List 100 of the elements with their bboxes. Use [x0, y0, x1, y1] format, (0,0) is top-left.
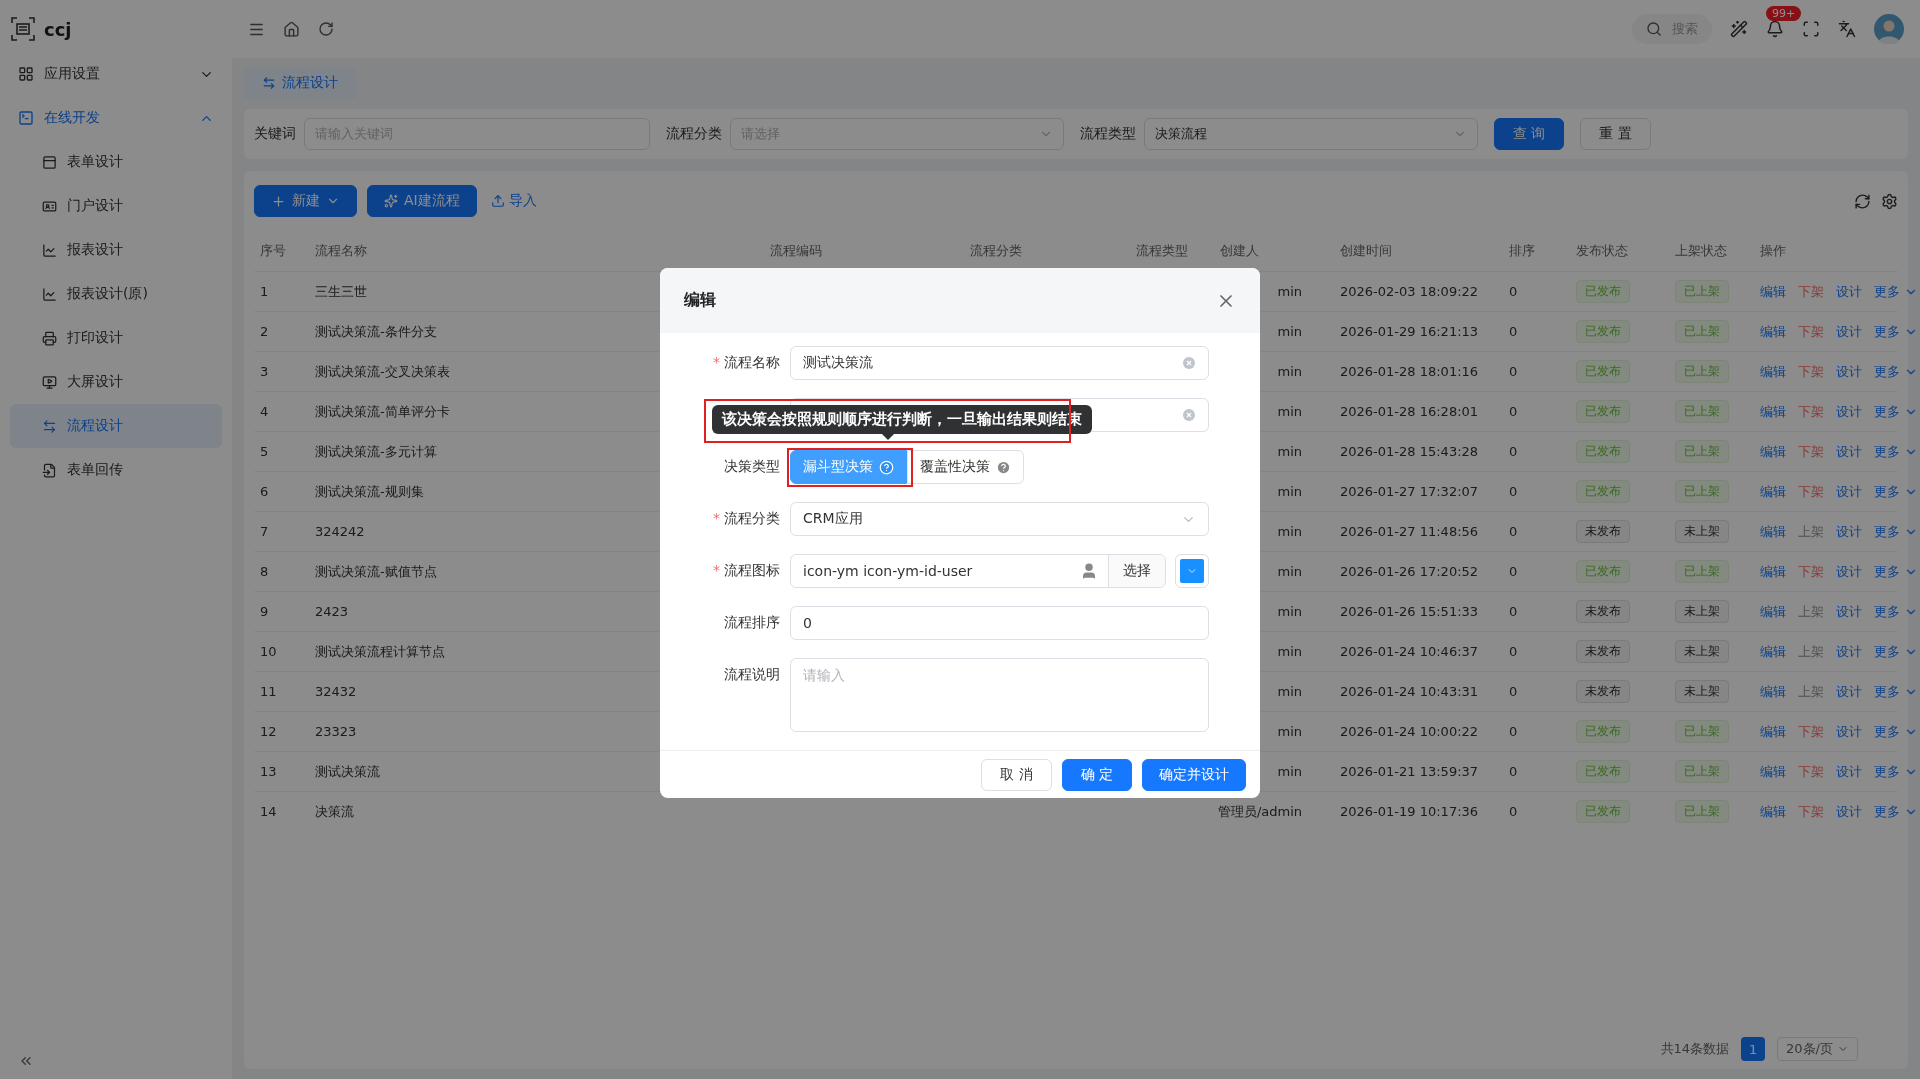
tab[interactable]: 流程设计 — [244, 67, 356, 99]
radio-button[interactable]: 漏斗型决策 — [790, 450, 907, 484]
cancel-button[interactable]: 取 消 — [981, 758, 1052, 791]
design-link[interactable]: 设计 — [1836, 442, 1862, 461]
status-tag: 未上架 — [1675, 520, 1729, 543]
design-link[interactable]: 设计 — [1836, 762, 1862, 781]
edit-link[interactable]: 编辑 — [1760, 402, 1786, 421]
design-link[interactable]: 设计 — [1836, 482, 1862, 501]
table-cell-text: 2026-01-24 10:46:37 — [1339, 644, 1480, 659]
design-link[interactable]: 设计 — [1836, 402, 1862, 421]
query-button[interactable]: 查 询 — [1494, 118, 1565, 150]
refresh-icon[interactable] — [318, 21, 334, 37]
more-link[interactable]: 更多 — [1874, 602, 1918, 621]
confirm-button[interactable]: 确 定 — [1061, 758, 1132, 791]
bell-icon[interactable] — [1766, 20, 1784, 38]
more-link[interactable]: 更多 — [1874, 522, 1918, 541]
ai-button[interactable]: AI建流程 — [367, 185, 477, 217]
refresh-icon[interactable] — [1854, 192, 1871, 210]
toggle-link[interactable]: 下架 — [1798, 402, 1824, 421]
design-link[interactable]: 设计 — [1836, 362, 1862, 381]
input-field[interactable]: 测试决策流 — [790, 346, 1209, 380]
more-link[interactable]: 更多 — [1874, 682, 1918, 701]
magic-wand-icon[interactable] — [1730, 20, 1748, 38]
toggle-link[interactable]: 下架 — [1798, 442, 1824, 461]
edit-link[interactable]: 编辑 — [1760, 722, 1786, 741]
edit-link[interactable]: 编辑 — [1760, 642, 1786, 661]
edit-link[interactable]: 编辑 — [1760, 442, 1786, 461]
toggle-link[interactable]: 下架 — [1798, 562, 1824, 581]
page-button[interactable]: 1 — [1741, 1037, 1766, 1061]
design-link[interactable]: 设计 — [1836, 802, 1862, 821]
sidebar-item[interactable]: 报表设计(原) — [10, 272, 222, 316]
toggle-link[interactable]: 下架 — [1798, 722, 1824, 741]
toggle-link[interactable]: 下架 — [1798, 482, 1824, 501]
design-link[interactable]: 设计 — [1836, 522, 1862, 541]
toggle-link[interactable]: 下架 — [1798, 282, 1824, 301]
edit-link[interactable]: 编辑 — [1760, 802, 1786, 821]
translate-icon[interactable] — [1838, 20, 1856, 38]
table-cell-text: 0 — [1508, 484, 1519, 499]
sidebar-item[interactable]: 表单回传 — [10, 448, 222, 492]
more-link[interactable]: 更多 — [1874, 282, 1918, 301]
select-field[interactable]: CRM应用 — [790, 502, 1209, 536]
textarea-field[interactable]: 请输入 — [790, 658, 1209, 732]
edit-link[interactable]: 编辑 — [1760, 562, 1786, 581]
more-link[interactable]: 更多 — [1874, 802, 1918, 821]
page-size-select[interactable]: 20条/页 — [1777, 1037, 1858, 1061]
edit-link[interactable]: 编辑 — [1760, 282, 1786, 301]
edit-link[interactable]: 编辑 — [1760, 682, 1786, 701]
more-link[interactable]: 更多 — [1874, 762, 1918, 781]
select-button[interactable]: 选择 — [1108, 555, 1165, 587]
more-link[interactable]: 更多 — [1874, 642, 1918, 661]
color-picker[interactable] — [1175, 554, 1209, 588]
toggle-link[interactable]: 下架 — [1798, 762, 1824, 781]
input-field[interactable]: 0 — [790, 606, 1209, 640]
toggle-link[interactable]: 下架 — [1798, 802, 1824, 821]
icon-field[interactable]: icon-ym icon-ym-id-user 选择 — [790, 554, 1166, 588]
design-link[interactable]: 设计 — [1836, 322, 1862, 341]
more-link[interactable]: 更多 — [1874, 562, 1918, 581]
edit-link[interactable]: 编辑 — [1760, 362, 1786, 381]
design-link[interactable]: 设计 — [1836, 682, 1862, 701]
edit-link[interactable]: 编辑 — [1760, 322, 1786, 341]
edit-link[interactable]: 编辑 — [1760, 602, 1786, 621]
table-cell-text: min — [1276, 284, 1303, 299]
sidebar-item[interactable]: 打印设计 — [10, 316, 222, 360]
confirm-button[interactable]: 确定并设计 — [1142, 758, 1246, 791]
sidebar-item[interactable]: 表单设计 — [10, 140, 222, 184]
more-link[interactable]: 更多 — [1874, 362, 1918, 381]
settings-icon[interactable] — [1881, 192, 1898, 210]
more-link[interactable]: 更多 — [1874, 402, 1918, 421]
tooltip-arrow — [882, 434, 894, 440]
sidebar-group[interactable]: 在线开发 — [10, 96, 222, 140]
toggle-link[interactable]: 下架 — [1798, 362, 1824, 381]
reset-button[interactable]: 重 置 — [1580, 118, 1651, 150]
edit-link[interactable]: 编辑 — [1760, 522, 1786, 541]
design-link[interactable]: 设计 — [1836, 562, 1862, 581]
design-link[interactable]: 设计 — [1836, 722, 1862, 741]
table-cell-text: 2026-01-28 18:01:16 — [1339, 364, 1480, 379]
edit-link[interactable]: 编辑 — [1760, 482, 1786, 501]
more-link[interactable]: 更多 — [1874, 722, 1918, 741]
column-header: 创建人 — [1219, 242, 1260, 260]
design-link[interactable]: 设计 — [1836, 282, 1862, 301]
home-icon[interactable] — [283, 20, 300, 38]
design-link[interactable]: 设计 — [1836, 602, 1862, 621]
import-link[interactable]: 导入 — [486, 192, 541, 210]
select-field[interactable]: 决策流程 — [1144, 118, 1478, 150]
table-cell-text: 12 — [259, 724, 278, 739]
status-tag: 已上架 — [1675, 400, 1729, 423]
filter-label: 关键词 — [254, 125, 296, 143]
sidebar-item[interactable]: 门户设计 — [10, 184, 222, 228]
edit-link[interactable]: 编辑 — [1760, 762, 1786, 781]
sidebar-group[interactable]: 应用设置 — [10, 52, 222, 96]
sidebar-item[interactable]: 报表设计 — [10, 228, 222, 272]
toggle-link[interactable]: 下架 — [1798, 322, 1824, 341]
more-link[interactable]: 更多 — [1874, 442, 1918, 461]
design-link[interactable]: 设计 — [1836, 642, 1862, 661]
more-link[interactable]: 更多 — [1874, 482, 1918, 501]
fullscreen-icon[interactable] — [1802, 20, 1820, 38]
sidebar-item[interactable]: 流程设计 — [10, 404, 222, 448]
new-button[interactable]: 新建 — [254, 185, 357, 217]
sidebar-item[interactable]: 大屏设计 — [10, 360, 222, 404]
more-link[interactable]: 更多 — [1874, 322, 1918, 341]
